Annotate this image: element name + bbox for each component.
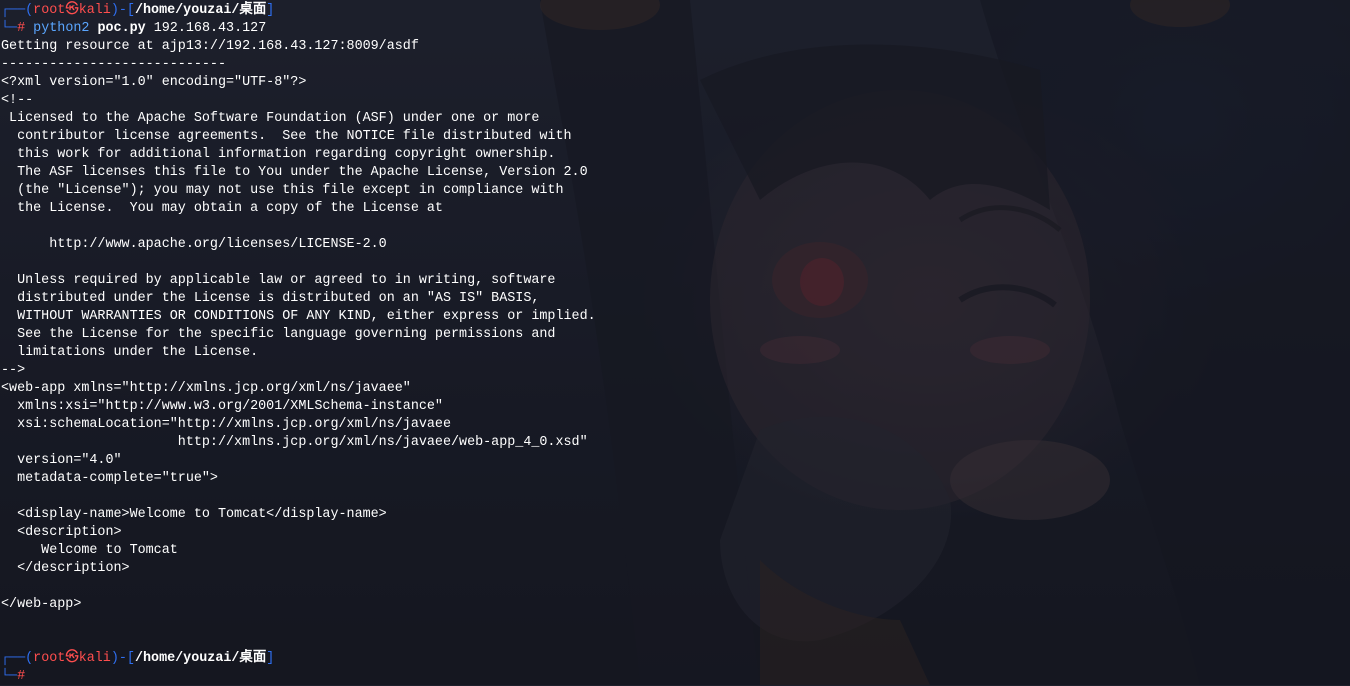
- output-line: version="4.0": [1, 453, 122, 468]
- output-line: (the "License"); you may not use this fi…: [1, 183, 564, 198]
- output-line: <!--: [1, 93, 34, 108]
- prompt-user: root: [33, 651, 66, 666]
- prompt-top-line-2: ┌──(root㉿kali)-[/home/youzai/桌面]: [1, 650, 596, 668]
- output-line: xsi:schemaLocation="http://xmlns.jcp.org…: [1, 417, 451, 432]
- output-line: http://www.apache.org/licenses/LICENSE-2…: [1, 237, 387, 252]
- prompt-top-line: ┌──(root㉿kali)-[/home/youzai/桌面]: [1, 2, 596, 20]
- command-program: python2: [33, 21, 90, 36]
- output-line: <display-name>Welcome to Tomcat</display…: [1, 507, 387, 522]
- prompt-frame-close: ]: [266, 651, 275, 666]
- output-line: The ASF licenses this file to You under …: [1, 165, 588, 180]
- output-line: contributor license agreements. See the …: [1, 129, 572, 144]
- output-line: <description>: [1, 525, 122, 540]
- output-line: WITHOUT WARRANTIES OR CONDITIONS OF ANY …: [1, 309, 596, 324]
- output-line: Unless required by applicable law or agr…: [1, 273, 556, 288]
- prompt-frame-mid: )-[: [110, 3, 135, 18]
- output-line: http://xmlns.jcp.org/xml/ns/javaee/web-a…: [1, 435, 588, 450]
- prompt-hash: #: [17, 21, 26, 36]
- output-line: this work for additional information reg…: [1, 147, 556, 162]
- prompt-path: /home/youzai/桌面: [134, 651, 267, 666]
- output-line: Getting resource at ajp13://192.168.43.1…: [1, 39, 419, 54]
- prompt-host: kali: [78, 3, 111, 18]
- prompt-frame: ┌──(: [1, 3, 34, 18]
- output-line: </web-app>: [1, 597, 82, 612]
- prompt-at-symbol: ㉿: [65, 651, 79, 666]
- output-line: <web-app xmlns="http://xmlns.jcp.org/xml…: [1, 381, 411, 396]
- output-line: <?xml version="1.0" encoding="UTF-8"?>: [1, 75, 307, 90]
- prompt-corner: └─: [1, 21, 18, 36]
- output-line: Welcome to Tomcat: [1, 543, 178, 558]
- output-line: -->: [1, 363, 26, 378]
- output-line: Licensed to the Apache Software Foundati…: [1, 111, 540, 126]
- prompt-corner: └─: [1, 669, 18, 684]
- output-line: xmlns:xsi="http://www.w3.org/2001/XMLSch…: [1, 399, 443, 414]
- prompt-frame: ┌──(: [1, 651, 34, 666]
- output-line: </description>: [1, 561, 130, 576]
- output-line: ----------------------------: [1, 57, 226, 72]
- prompt-frame-close: ]: [266, 3, 275, 18]
- terminal-output[interactable]: ┌──(root㉿kali)-[/home/youzai/桌面] └─# pyth…: [1, 2, 596, 686]
- command-line: └─# python2 poc.py 192.168.43.127: [1, 20, 596, 38]
- prompt-user: root: [33, 3, 66, 18]
- output-line: See the License for the specific languag…: [1, 327, 556, 342]
- output-line: metadata-complete="true">: [1, 471, 218, 486]
- output-line: distributed under the License is distrib…: [1, 291, 540, 306]
- output-line: the License. You may obtain a copy of th…: [1, 201, 443, 216]
- prompt-at-symbol: ㉿: [65, 3, 79, 18]
- output-line: limitations under the License.: [1, 345, 259, 360]
- command-output: Getting resource at ajp13://192.168.43.1…: [1, 38, 596, 650]
- command-argument: 192.168.43.127: [153, 21, 267, 36]
- prompt-host: kali: [78, 651, 111, 666]
- active-prompt-line[interactable]: └─#: [1, 668, 596, 686]
- prompt-hash: #: [17, 669, 26, 684]
- prompt-frame-mid: )-[: [110, 651, 135, 666]
- command-script: poc.py: [97, 21, 146, 36]
- prompt-path: /home/youzai/桌面: [134, 3, 267, 18]
